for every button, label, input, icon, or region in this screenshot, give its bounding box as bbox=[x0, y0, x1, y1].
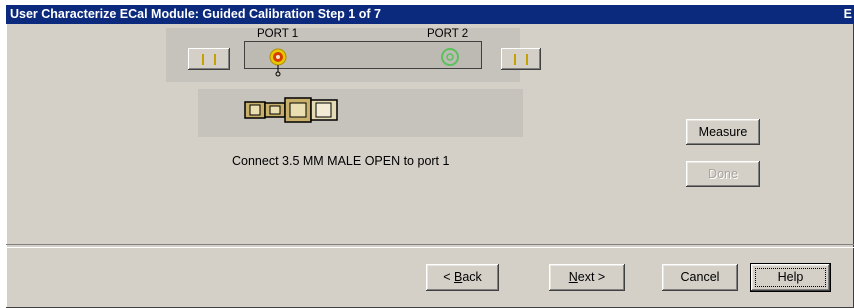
port-connectors-graphic bbox=[269, 48, 459, 77]
instruction-text: Connect 3.5 MM MALE OPEN to port 1 bbox=[232, 154, 450, 168]
port2-connector-icon bbox=[441, 48, 459, 66]
window-title: User Characterize ECal Module: Guided Ca… bbox=[10, 7, 381, 21]
title-bar-overflow-text: E bbox=[843, 7, 852, 21]
help-button[interactable]: Help bbox=[750, 263, 831, 292]
male-open-connector-icon bbox=[244, 97, 338, 123]
next-button[interactable]: Next > bbox=[549, 264, 625, 291]
cancel-button[interactable]: Cancel bbox=[662, 264, 738, 291]
title-bar: User Characterize ECal Module: Guided Ca… bbox=[6, 5, 854, 24]
connector-image-panel bbox=[198, 89, 523, 137]
done-button[interactable]: Done bbox=[686, 161, 760, 187]
measure-button[interactable]: Measure bbox=[686, 119, 760, 145]
button-separator bbox=[6, 244, 854, 248]
port1-connector-icon bbox=[269, 48, 287, 77]
back-button[interactable]: < Back bbox=[426, 264, 499, 291]
port-diagram: PORT 1 PORT 2 bbox=[166, 28, 541, 82]
calibration-dialog: User Characterize ECal Module: Guided Ca… bbox=[6, 5, 854, 308]
right-cable-icon bbox=[501, 48, 541, 70]
